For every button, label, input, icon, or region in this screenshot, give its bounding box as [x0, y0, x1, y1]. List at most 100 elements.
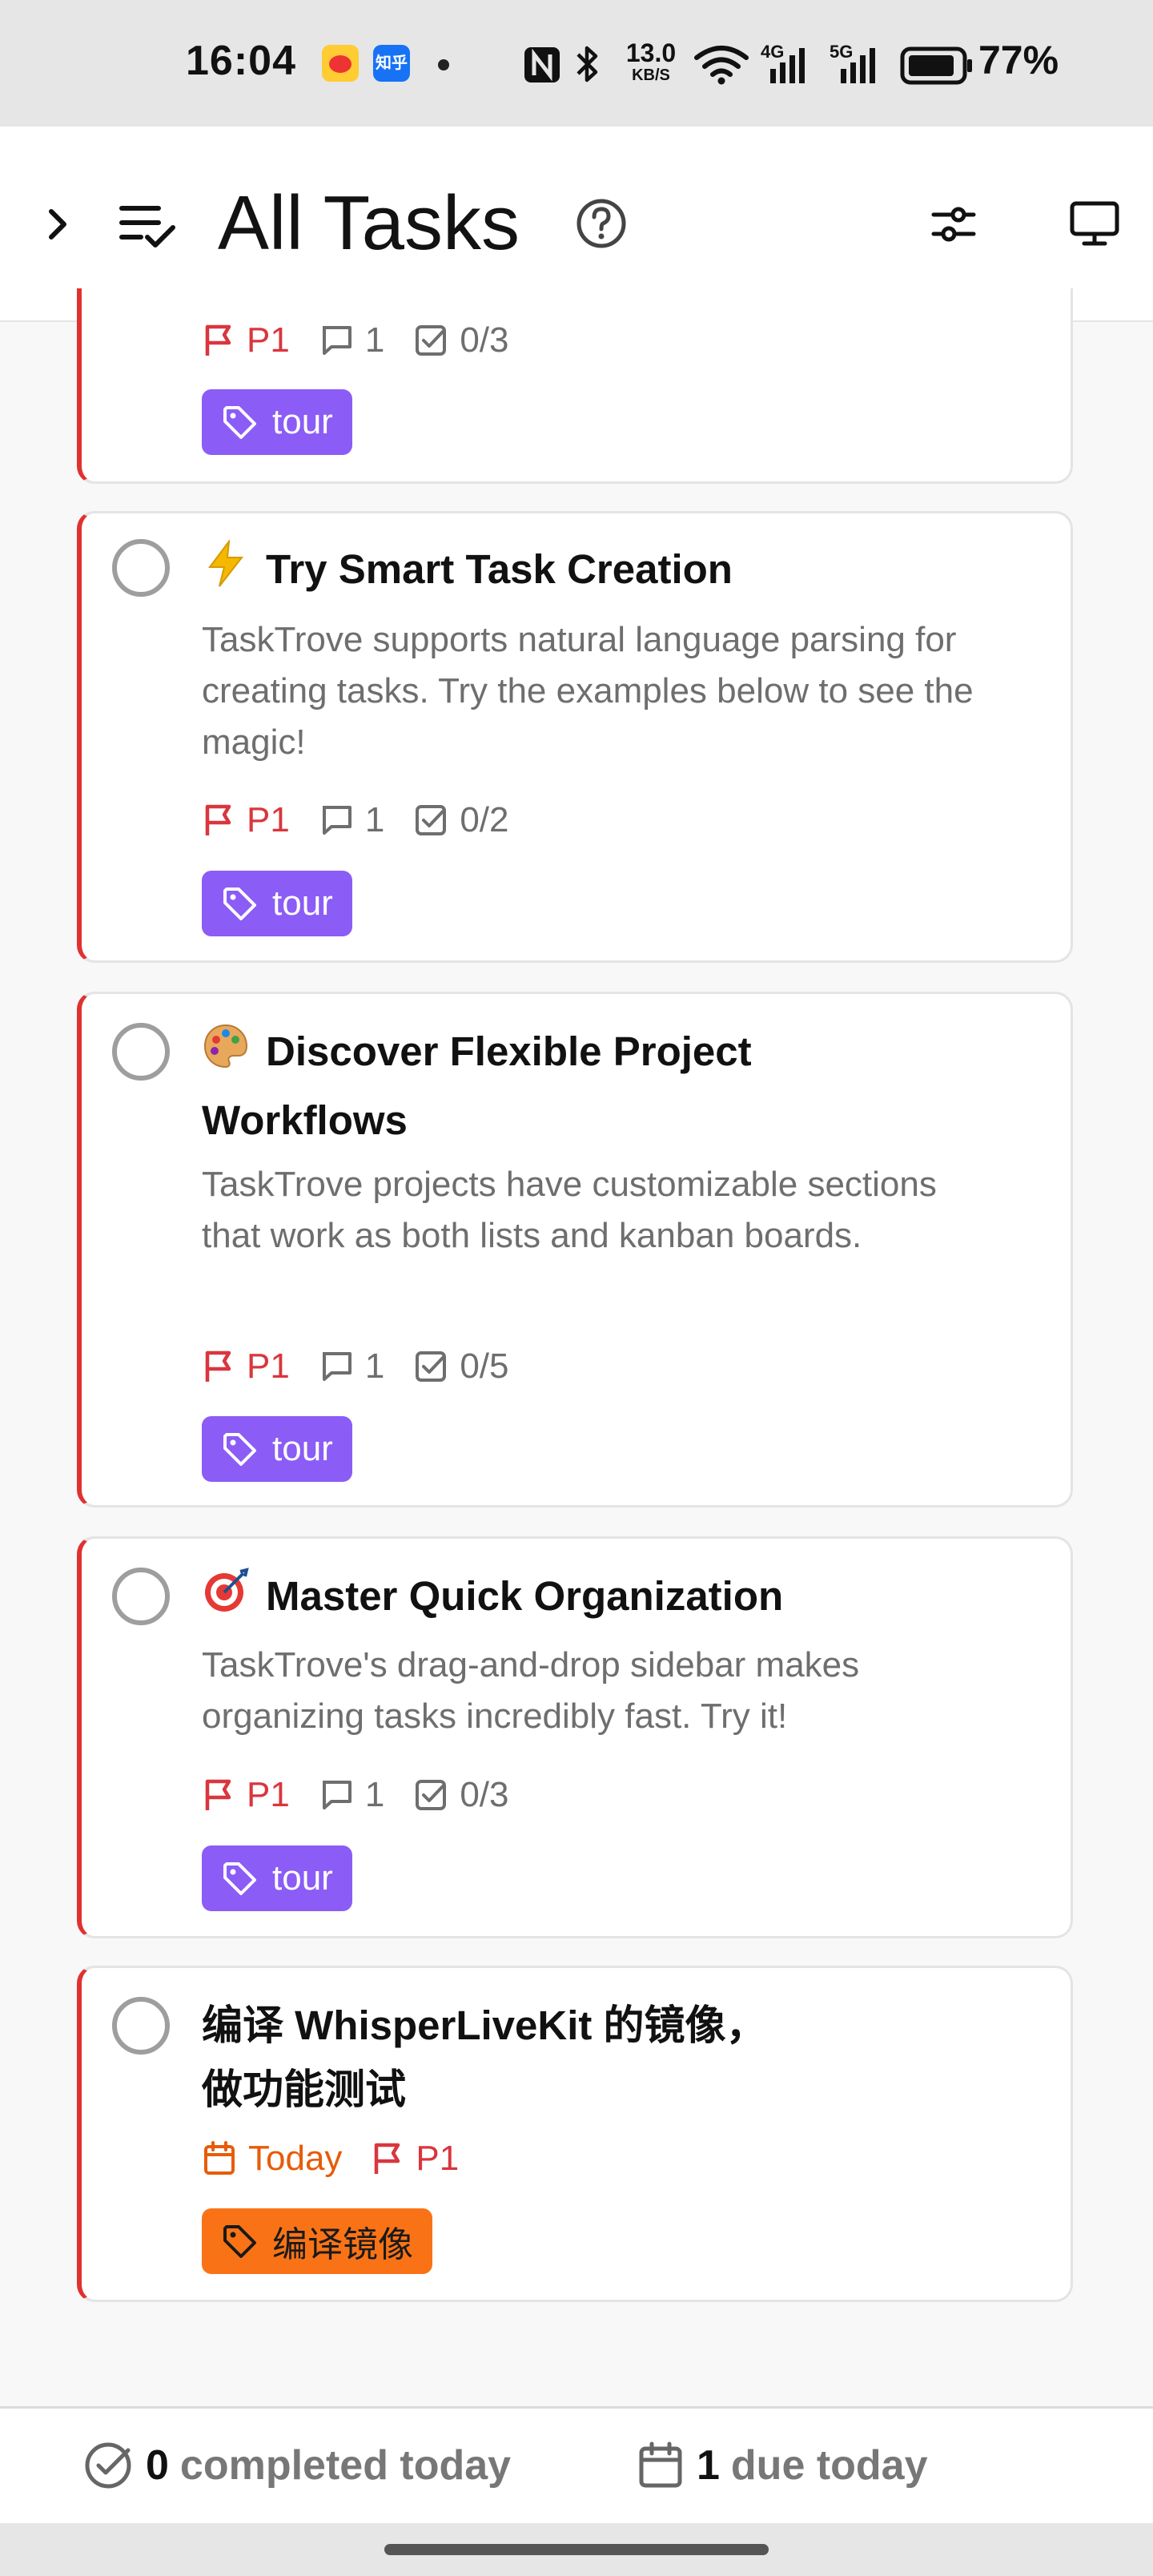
tag-label: tour [272, 402, 333, 441]
tag-badge[interactable]: tour [202, 1845, 352, 1911]
tag-icon [223, 888, 256, 920]
task-title[interactable]: Discover Flexible Project Workflows [202, 1020, 910, 1153]
due-today-stat: 1 due today [637, 2441, 928, 2490]
flag-icon [205, 324, 231, 356]
task-title[interactable]: 编译 WhisperLiveKit 的镜像，做功能测试 [202, 1994, 782, 2122]
task-card[interactable]: Master Quick Organization TaskTrove's dr… [77, 1536, 1073, 1938]
battery-icon [900, 46, 972, 85]
tag-label: tour [272, 1429, 333, 1468]
flag-icon [205, 804, 231, 835]
weibo-icon [322, 45, 359, 82]
home-gesture-handle[interactable] [384, 2544, 769, 2555]
subtask-progress-label: 0/2 [460, 800, 509, 839]
completed-label: completed today [179, 2442, 512, 2489]
comment-icon [322, 326, 352, 355]
tag-badge[interactable]: tour [202, 871, 352, 936]
task-checkbox[interactable] [112, 539, 170, 597]
status-time: 16:04 [186, 38, 296, 84]
tag-icon [223, 1862, 256, 1895]
tag-icon [223, 2225, 256, 2258]
comment-count-label: 1 [364, 800, 385, 839]
comment-count: 1 [319, 800, 384, 840]
comment-icon [322, 806, 352, 835]
comment-count: 1 [319, 1775, 384, 1815]
task-checkbox[interactable] [112, 1997, 170, 2055]
comment-icon [322, 1352, 352, 1381]
task-checkbox[interactable] [112, 1023, 170, 1081]
task-checkbox[interactable] [112, 1568, 170, 1625]
bluetooth-icon [576, 46, 598, 83]
priority-indicator: P1 [202, 800, 290, 840]
completed-today-stat: 0 completed today [83, 2441, 511, 2490]
comment-count-label: 1 [364, 1346, 385, 1386]
check-circle-icon [85, 2442, 131, 2489]
status-bar: 16:04 知乎 13.0 KB/S 4G 5G 77% [0, 0, 1153, 127]
subtask-progress: 0/2 [413, 800, 508, 840]
network-speed: 13.0 KB/S [625, 38, 677, 84]
task-meta: P1 1 0/5 [202, 1342, 537, 1391]
palette-icon [202, 1022, 251, 1089]
task-card[interactable]: 编译 WhisperLiveKit 的镜像，做功能测试 Today P1 编译镜… [77, 1966, 1073, 2302]
task-list-menu-icon[interactable] [117, 200, 178, 252]
tag-icon [223, 1433, 256, 1466]
comment-icon [322, 1781, 352, 1809]
tag-badge[interactable]: tour [202, 389, 352, 455]
calendar-icon [639, 2441, 682, 2488]
task-card[interactable]: Discover Flexible Project Workflows Task… [77, 992, 1073, 1507]
task-title-text: Try Smart Task Creation [266, 546, 733, 592]
priority-label: P1 [247, 320, 290, 360]
priority-indicator: P1 [202, 320, 290, 360]
completed-count: 0 [146, 2442, 169, 2489]
flag-icon [375, 2143, 400, 2174]
subtask-progress: 0/3 [413, 1775, 508, 1815]
subtask-progress-label: 0/5 [460, 1346, 509, 1386]
comment-count: 1 [319, 1346, 384, 1387]
due-date-label: Today [248, 2139, 343, 2178]
checkbox-icon [416, 325, 447, 356]
monitor-icon[interactable] [1068, 199, 1121, 248]
subtask-progress-label: 0/3 [460, 320, 509, 360]
task-card[interactable]: Try Smart Task Creation TaskTrove suppor… [77, 511, 1073, 963]
due-label: due today [730, 2442, 928, 2489]
priority-label: P1 [247, 1346, 290, 1386]
subtask-progress-label: 0/3 [460, 1775, 509, 1814]
priority-label: P1 [247, 1775, 290, 1814]
checkbox-icon [416, 1351, 447, 1382]
priority-label: P1 [416, 2139, 460, 2178]
flag-icon [205, 1350, 231, 1382]
comment-count-label: 1 [364, 1775, 385, 1814]
tag-badge[interactable]: 编译镜像 [202, 2208, 432, 2274]
help-icon[interactable] [575, 197, 628, 250]
priority-indicator: P1 [202, 1346, 290, 1387]
checkbox-icon [416, 805, 447, 835]
priority-indicator: P1 [202, 1775, 290, 1815]
subtask-progress: 0/3 [413, 320, 508, 360]
task-meta: P1 1 0/2 [202, 796, 537, 844]
subtask-progress: 0/5 [413, 1346, 508, 1387]
due-count: 1 [697, 2442, 720, 2489]
tag-label: tour [272, 1858, 333, 1898]
task-description: TaskTrove supports natural language pars… [202, 620, 974, 762]
task-title[interactable]: Try Smart Task Creation [202, 537, 1022, 606]
zhihu-icon: 知乎 [373, 45, 410, 82]
task-title[interactable]: Master Quick Organization [202, 1564, 1022, 1633]
task-description: TaskTrove's drag-and-drop sidebar makes … [202, 1645, 860, 1736]
tag-label: tour [272, 883, 333, 923]
task-meta: P1 1 0/3 [202, 1771, 537, 1819]
chevron-right-icon[interactable] [40, 203, 75, 245]
page-title: All Tasks [218, 180, 520, 266]
system-nav-bar [0, 2523, 1153, 2576]
target-icon [202, 1567, 251, 1633]
priority-label: P1 [247, 800, 290, 839]
battery-percent: 77% [978, 38, 1059, 83]
tag-icon [223, 406, 256, 439]
task-meta: Today P1 [202, 2135, 488, 2183]
due-date[interactable]: Today [202, 2139, 342, 2179]
tag-badge[interactable]: tour [202, 1416, 352, 1482]
task-title-text: Master Quick Organization [266, 1573, 784, 1619]
cell-signal-4g-icon [770, 48, 805, 83]
checkbox-icon [416, 1780, 447, 1810]
task-card[interactable]: P1 1 0/3 tour [77, 288, 1073, 484]
filter-settings-icon[interactable] [929, 200, 978, 248]
stats-footer: 0 completed today 1 due today [0, 2406, 1153, 2526]
